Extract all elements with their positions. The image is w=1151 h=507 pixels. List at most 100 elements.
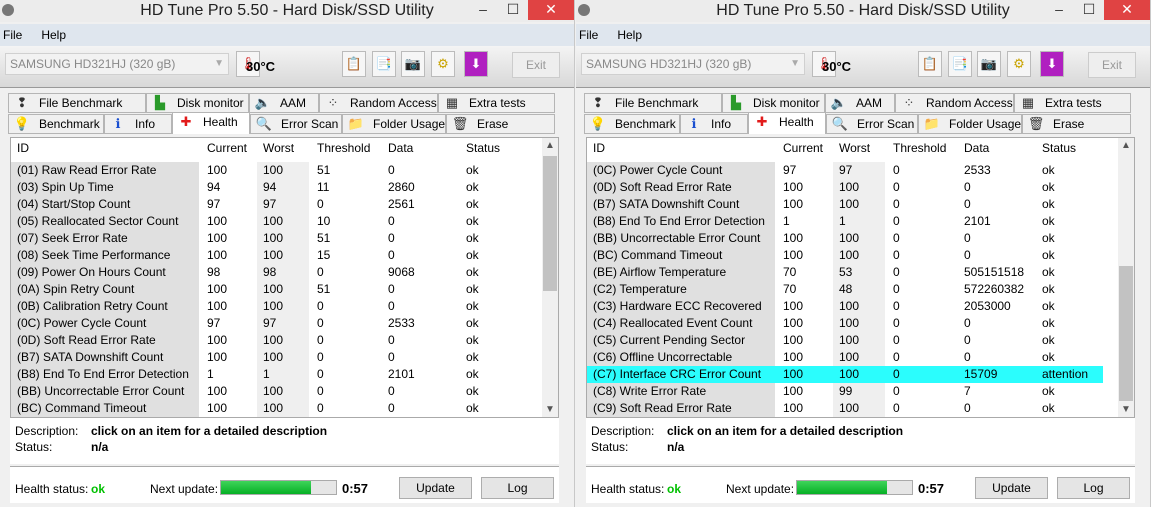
tab-extra-tests[interactable]: ▦ Extra tests: [1014, 93, 1131, 113]
tab-benchmark[interactable]: 💡 Benchmark: [584, 114, 680, 134]
table-row[interactable]: (C5) Current Pending Sector 100 100 0 0 ok: [587, 332, 1119, 349]
table-row[interactable]: (C9) Soft Read Error Rate 100 100 0 0 ok: [587, 400, 1119, 417]
scroll-up-arrow[interactable]: ▲: [542, 140, 558, 151]
column-header-id[interactable]: ID: [17, 140, 29, 157]
table-row[interactable]: (BE) Airflow Temperature 70 53 0 505151518 ok: [587, 264, 1119, 281]
column-header-id[interactable]: ID: [593, 140, 605, 157]
exit-button[interactable]: Exit: [512, 52, 560, 78]
table-row[interactable]: (BB) Uncorrectable Error Count 100 100 0 0 ok: [587, 230, 1119, 247]
tab-aam[interactable]: 🔈 AAM: [825, 93, 895, 113]
table-row[interactable]: (C7) Interface CRC Error Count 100 100 0 157…: [587, 366, 1103, 383]
tab-benchmark[interactable]: 💡 Benchmark: [8, 114, 104, 134]
smart-attributes-list[interactable]: ID Current Worst Threshold Data Status (01) Ra…: [10, 137, 559, 418]
column-header-worst[interactable]: Worst: [839, 140, 870, 157]
drive-select[interactable]: SAMSUNG HD321HJ (320 gB) ▼: [581, 53, 805, 75]
table-row[interactable]: (0D) Soft Read Error Rate 100 100 0 0 ok: [11, 332, 543, 349]
table-row[interactable]: (07) Seek Error Rate 100 100 51 0 ok: [11, 230, 543, 247]
close-button[interactable]: ✕: [528, 0, 574, 20]
maximize-button[interactable]: ☐: [1074, 0, 1104, 20]
options-icon[interactable]: ⚙: [1007, 51, 1031, 77]
column-header-worst[interactable]: Worst: [263, 140, 294, 157]
table-row[interactable]: (0B) Calibration Retry Count 100 100 0 0 ok: [11, 298, 543, 315]
menu-help[interactable]: Help: [617, 24, 642, 46]
vertical-scrollbar[interactable]: ▲ ▼: [542, 138, 558, 417]
table-row[interactable]: (B8) End To End Error Detection 1 1 0 2101 ok: [587, 213, 1119, 230]
copy-text-icon[interactable]: 📋: [342, 51, 366, 77]
tab-info[interactable]: ℹ Info: [104, 114, 172, 134]
table-row[interactable]: (C4) Reallocated Event Count 100 100 0 0 ok: [587, 315, 1119, 332]
maximize-button[interactable]: ☐: [498, 0, 528, 20]
copy-text-icon[interactable]: 📋: [918, 51, 942, 77]
tab-health[interactable]: ✚ Health: [172, 112, 250, 134]
tab-erase[interactable]: 🗑 Erase: [446, 114, 555, 134]
minimize-button[interactable]: –: [1044, 0, 1074, 20]
table-row[interactable]: (C6) Offline Uncorrectable 100 100 0 0 ok: [587, 349, 1119, 366]
column-header-status[interactable]: Status: [1042, 140, 1076, 157]
tab-erase[interactable]: 🗑 Erase: [1022, 114, 1131, 134]
tab-file-benchmark[interactable]: ❢ File Benchmark: [8, 93, 146, 113]
menu-file[interactable]: File: [3, 24, 22, 46]
camera-icon[interactable]: 📷: [977, 51, 1001, 77]
tab-error-scan[interactable]: 🔍 Error Scan: [250, 114, 342, 134]
scrollbar-thumb[interactable]: [1119, 266, 1133, 401]
copy-screenshot-icon[interactable]: 📑: [372, 51, 396, 77]
scrollbar-thumb[interactable]: [543, 156, 557, 291]
tab-file-benchmark[interactable]: ❢ File Benchmark: [584, 93, 722, 113]
column-header-threshold[interactable]: Threshold: [317, 140, 370, 157]
tab-disk-monitor[interactable]: ▙ Disk monitor: [146, 93, 249, 113]
table-row[interactable]: (B7) SATA Downshift Count 100 100 0 0 ok: [11, 349, 543, 366]
table-row[interactable]: (C3) Hardware ECC Recovered 100 100 0 205300…: [587, 298, 1119, 315]
table-row[interactable]: (04) Start/Stop Count 97 97 0 2561 ok: [11, 196, 543, 213]
table-row[interactable]: (0D) Soft Read Error Rate 100 100 0 0 ok: [587, 179, 1119, 196]
tab-random-access[interactable]: ⁘ Random Access: [895, 93, 1014, 113]
tab-folder-usage[interactable]: 📁 Folder Usage: [342, 114, 446, 134]
column-header-status[interactable]: Status: [466, 140, 500, 157]
tab-folder-usage[interactable]: 📁 Folder Usage: [918, 114, 1022, 134]
tab-error-scan[interactable]: 🔍 Error Scan: [826, 114, 918, 134]
table-row[interactable]: (BC) Command Timeout 100 100 0 0 ok: [11, 400, 543, 417]
copy-screenshot-icon[interactable]: 📑: [948, 51, 972, 77]
column-header-current[interactable]: Current: [207, 140, 247, 157]
scroll-up-arrow[interactable]: ▲: [1118, 140, 1134, 151]
table-row[interactable]: (BB) Uncorrectable Error Count 100 100 0 0 ok: [11, 383, 543, 400]
column-header-data[interactable]: Data: [964, 140, 989, 157]
table-row[interactable]: (03) Spin Up Time 94 94 11 2860 ok: [11, 179, 543, 196]
close-button[interactable]: ✕: [1104, 0, 1150, 20]
table-row[interactable]: (08) Seek Time Performance 100 100 15 0 ok: [11, 247, 543, 264]
table-row[interactable]: (BC) Command Timeout 100 100 0 0 ok: [587, 247, 1119, 264]
menu-help[interactable]: Help: [41, 24, 66, 46]
tab-health[interactable]: ✚ Health: [748, 112, 826, 134]
camera-icon[interactable]: 📷: [401, 51, 425, 77]
log-button[interactable]: Log: [481, 477, 554, 499]
column-header-current[interactable]: Current: [783, 140, 823, 157]
tab-disk-monitor[interactable]: ▙ Disk monitor: [722, 93, 825, 113]
exit-button[interactable]: Exit: [1088, 52, 1136, 78]
vertical-scrollbar[interactable]: ▲ ▼: [1118, 138, 1134, 417]
table-row[interactable]: (01) Raw Read Error Rate 100 100 51 0 ok: [11, 162, 543, 179]
tab-extra-tests[interactable]: ▦ Extra tests: [438, 93, 555, 113]
table-row[interactable]: (0C) Power Cycle Count 97 97 0 2533 ok: [11, 315, 543, 332]
tab-info[interactable]: ℹ Info: [680, 114, 748, 134]
scroll-down-arrow[interactable]: ▼: [1118, 404, 1134, 415]
scroll-down-arrow[interactable]: ▼: [542, 404, 558, 415]
table-row[interactable]: (0C) Power Cycle Count 97 97 0 2533 ok: [587, 162, 1119, 179]
table-row[interactable]: (C8) Write Error Rate 100 99 0 7 ok: [587, 383, 1119, 400]
log-button[interactable]: Log: [1057, 477, 1130, 499]
save-icon[interactable]: ⬇: [1040, 51, 1064, 77]
menu-file[interactable]: File: [579, 24, 598, 46]
table-row[interactable]: (C2) Temperature 70 48 0 572260382 ok: [587, 281, 1119, 298]
column-header-threshold[interactable]: Threshold: [893, 140, 946, 157]
save-icon[interactable]: ⬇: [464, 51, 488, 77]
table-row[interactable]: (0A) Spin Retry Count 100 100 51 0 ok: [11, 281, 543, 298]
tab-random-access[interactable]: ⁘ Random Access: [319, 93, 438, 113]
table-row[interactable]: (05) Reallocated Sector Count 100 100 10 0 ok: [11, 213, 543, 230]
minimize-button[interactable]: –: [468, 0, 498, 20]
update-button[interactable]: Update: [399, 477, 472, 499]
drive-select[interactable]: SAMSUNG HD321HJ (320 gB) ▼: [5, 53, 229, 75]
update-button[interactable]: Update: [975, 477, 1048, 499]
table-row[interactable]: (09) Power On Hours Count 98 98 0 9068 ok: [11, 264, 543, 281]
table-row[interactable]: (B8) End To End Error Detection 1 1 0 2101 ok: [11, 366, 543, 383]
table-row[interactable]: (B7) SATA Downshift Count 100 100 0 0 ok: [587, 196, 1119, 213]
tab-aam[interactable]: 🔈 AAM: [249, 93, 319, 113]
column-header-data[interactable]: Data: [388, 140, 413, 157]
